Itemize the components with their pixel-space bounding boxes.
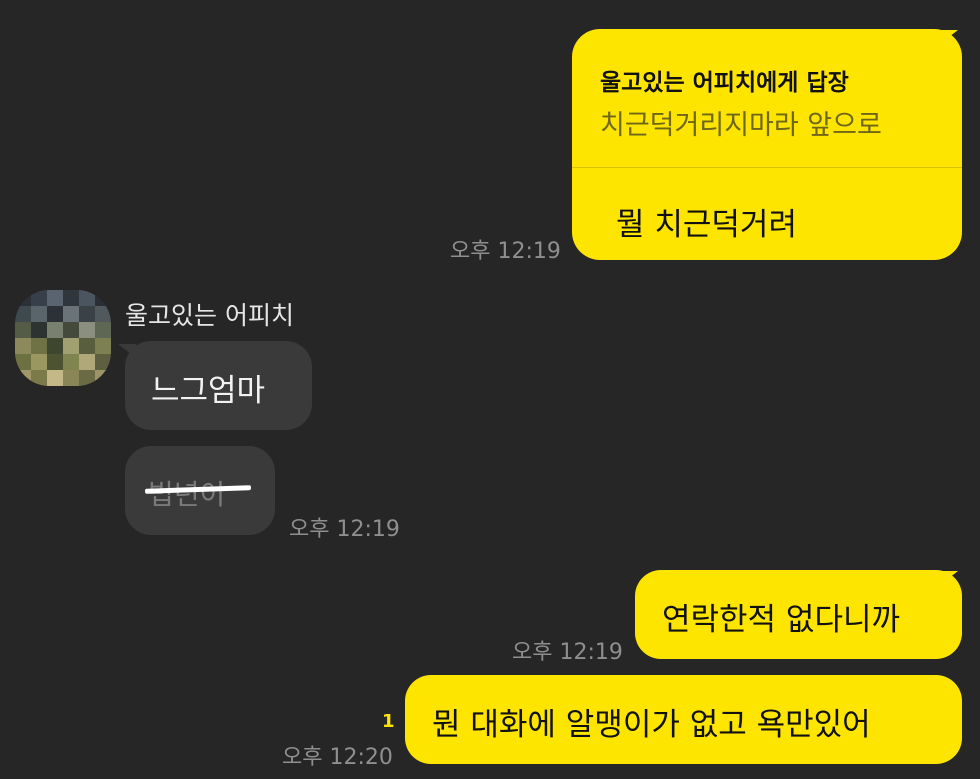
outgoing-message-bubble[interactable]: 뭔 대화에 알맹이가 없고 욕만있어	[405, 675, 962, 764]
reply-bubble[interactable]: 울고있는 어피치에게 답장 치근덕거리지마라 앞으로 뭘 치근덕거려	[572, 29, 962, 260]
reply-quoted-text: 치근덕거리지마라 앞으로	[600, 110, 882, 141]
reply-divider	[572, 167, 962, 168]
message-text: 연락한적 없다니까	[662, 602, 901, 638]
message-text: 느그엄마	[151, 373, 266, 409]
message-text: 뭔 대화에 알맹이가 없고 욕만있어	[432, 707, 871, 743]
unread-count-badge: 1	[382, 711, 395, 732]
outgoing-message-bubble[interactable]: 연락한적 없다니까	[635, 570, 962, 659]
chat-room: 울고있는 어피치에게 답장 치근덕거리지마라 앞으로 뭘 치근덕거려 오후 12…	[0, 0, 980, 779]
timestamp: 오후 12:19	[512, 640, 623, 665]
timestamp: 오후 12:19	[450, 239, 561, 264]
incoming-message-bubble[interactable]: 느그엄마	[125, 341, 312, 430]
reply-title: 울고있는 어피치에게 답장	[600, 70, 849, 96]
timestamp: 오후 12:20	[282, 745, 393, 770]
sender-name: 울고있는 어피치	[125, 301, 294, 330]
pixelated-avatar-icon	[15, 290, 111, 386]
timestamp: 오후 12:19	[289, 517, 400, 542]
avatar[interactable]	[15, 290, 111, 386]
message-text: 뭘 치근덕거려	[616, 207, 797, 243]
incoming-message-bubble[interactable]: 빕년이	[125, 446, 275, 535]
